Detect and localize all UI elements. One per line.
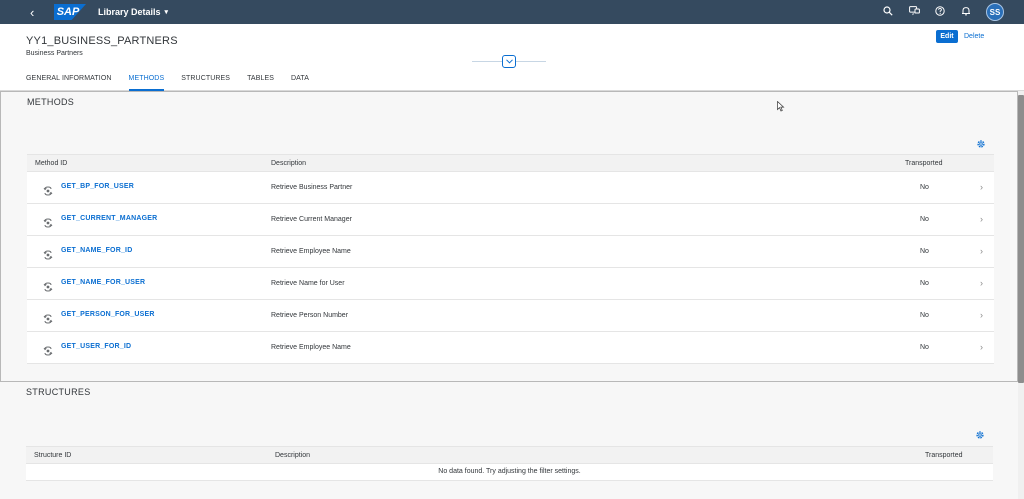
no-data-message: No data found. Try adjusting the filter … xyxy=(26,464,993,481)
sap-logo-text: SAP xyxy=(56,6,80,18)
scrollbar-thumb[interactable] xyxy=(1018,95,1024,383)
column-transported[interactable]: Transported xyxy=(925,452,962,459)
shell-bar: ‹ SAP Library Details ▾ SS xyxy=(0,0,1024,24)
tab-methods[interactable]: METHODS xyxy=(128,75,165,91)
column-description[interactable]: Description xyxy=(271,160,306,167)
edit-button[interactable]: Edit xyxy=(936,30,958,43)
object-header: YY1_BUSINESS_PARTNERS Business Partners … xyxy=(0,24,1024,91)
chevron-right-icon[interactable]: › xyxy=(980,182,983,192)
table-settings-icon[interactable] xyxy=(975,138,987,150)
tab-structures[interactable]: STRUCTURES xyxy=(181,75,230,91)
column-method-id[interactable]: Method ID xyxy=(35,160,67,167)
structures-section-title: STRUCTURES xyxy=(26,387,91,397)
table-row[interactable]: GET_NAME_FOR_ID Retrieve Employee Name No › xyxy=(27,236,994,268)
sap-logo[interactable]: SAP xyxy=(54,4,86,20)
method-icon xyxy=(43,279,53,292)
column-description[interactable]: Description xyxy=(275,452,310,459)
table-row[interactable]: GET_PERSON_FOR_USER Retrieve Person Numbe… xyxy=(27,300,994,332)
page-subtitle: Business Partners xyxy=(26,50,83,57)
tab-tables[interactable]: TABLES xyxy=(247,75,274,91)
structures-table-header: Structure ID Description Transported xyxy=(26,446,993,464)
methods-table: Method ID Description Transported GET_BP… xyxy=(27,154,994,364)
methods-section-title: METHODS xyxy=(27,97,75,107)
feedback-icon[interactable] xyxy=(908,5,920,19)
app-title-menu[interactable]: Library Details ▾ xyxy=(98,7,168,17)
method-transported: No xyxy=(920,344,929,351)
chevron-down-icon: ▾ xyxy=(164,9,169,16)
method-description: Retrieve Employee Name xyxy=(271,248,351,255)
chevron-right-icon[interactable]: › xyxy=(980,246,983,256)
back-button[interactable]: ‹ xyxy=(30,5,46,20)
method-transported: No xyxy=(920,216,929,223)
method-transported: No xyxy=(920,248,929,255)
method-icon xyxy=(43,183,53,196)
method-id-link[interactable]: GET_BP_FOR_USER xyxy=(61,183,134,190)
table-row[interactable]: GET_NAME_FOR_USER Retrieve Name for User N… xyxy=(27,268,994,300)
method-transported: No xyxy=(920,312,929,319)
method-icon xyxy=(43,343,53,356)
page-scrollbar[interactable] xyxy=(1018,91,1024,499)
user-avatar[interactable]: SS xyxy=(986,3,1004,21)
structures-settings-icon[interactable] xyxy=(974,429,986,441)
method-id-link[interactable]: GET_CURRENT_MANAGER xyxy=(61,215,157,222)
shell-actions: SS xyxy=(882,0,1004,24)
method-id-link[interactable]: GET_PERSON_FOR_USER xyxy=(61,311,155,318)
column-structure-id[interactable]: Structure ID xyxy=(34,452,71,459)
methods-table-header: Method ID Description Transported xyxy=(27,154,994,172)
chevron-right-icon[interactable]: › xyxy=(980,278,983,288)
method-id-link[interactable]: GET_USER_FOR_ID xyxy=(61,343,131,350)
method-description: Retrieve Business Partner xyxy=(271,184,353,191)
page-title: YY1_BUSINESS_PARTNERS xyxy=(26,35,178,47)
help-icon[interactable] xyxy=(934,5,946,19)
chevron-right-icon[interactable]: › xyxy=(980,342,983,352)
mouse-cursor-icon xyxy=(777,101,785,112)
method-transported: No xyxy=(920,184,929,191)
table-row[interactable]: GET_USER_FOR_ID Retrieve Employee Name No › xyxy=(27,332,994,364)
method-id-link[interactable]: GET_NAME_FOR_USER xyxy=(61,279,145,286)
method-icon xyxy=(43,311,53,324)
chevron-down-icon xyxy=(505,59,513,64)
delete-button[interactable]: Delete xyxy=(964,30,984,43)
search-icon[interactable] xyxy=(882,5,894,19)
method-description: Retrieve Name for User xyxy=(271,280,345,287)
tab-bar: GENERAL INFORMATION METHODS STRUCTURES T… xyxy=(26,75,326,91)
table-row[interactable]: GET_BP_FOR_USER Retrieve Business Partner… xyxy=(27,172,994,204)
chevron-right-icon[interactable]: › xyxy=(980,310,983,320)
method-description: Retrieve Person Number xyxy=(271,312,349,319)
method-description: Retrieve Current Manager xyxy=(271,216,352,223)
method-id-link[interactable]: GET_NAME_FOR_ID xyxy=(61,247,132,254)
structures-table: Structure ID Description Transported No … xyxy=(26,446,993,481)
app-title: Library Details xyxy=(98,7,161,17)
method-transported: No xyxy=(920,280,929,287)
methods-section: METHODS Method ID Description Transporte… xyxy=(0,91,1018,382)
method-icon xyxy=(43,215,53,228)
method-description: Retrieve Employee Name xyxy=(271,344,351,351)
tab-data[interactable]: DATA xyxy=(291,75,309,91)
method-icon xyxy=(43,247,53,260)
tab-general-information[interactable]: GENERAL INFORMATION xyxy=(26,75,112,91)
table-row[interactable]: GET_CURRENT_MANAGER Retrieve Current Mana… xyxy=(27,204,994,236)
notifications-icon[interactable] xyxy=(960,6,972,19)
column-transported[interactable]: Transported xyxy=(905,160,942,167)
chevron-right-icon[interactable]: › xyxy=(980,214,983,224)
collapse-header-button[interactable] xyxy=(502,55,516,68)
